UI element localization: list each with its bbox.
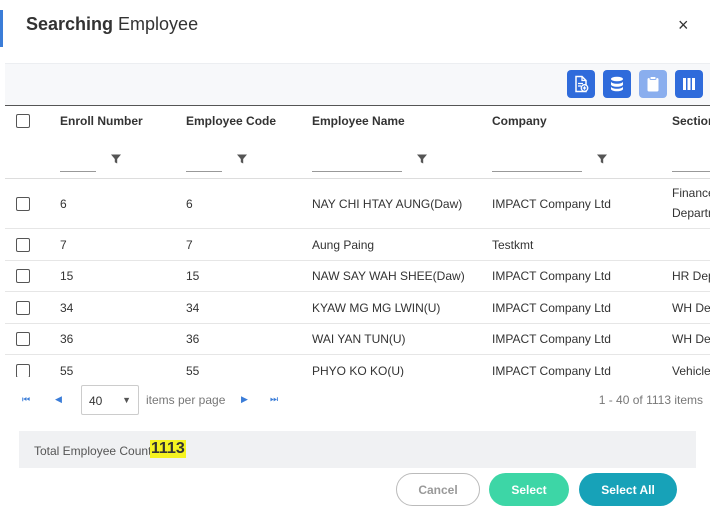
row-checkbox[interactable]	[16, 301, 30, 315]
title-accent-bar	[0, 10, 3, 47]
next-page-icon[interactable]: ▶	[241, 394, 248, 405]
company-filter-input[interactable]	[492, 152, 582, 172]
employee-count-label: Total Employee Count	[34, 444, 152, 458]
row-checkbox[interactable]	[16, 197, 30, 211]
column-header-enroll-number[interactable]: Enroll Number	[60, 114, 143, 128]
row-checkbox[interactable]	[16, 269, 30, 283]
table-row[interactable]: 6 6 NAY CHI HTAY AUNG(Daw) IMPACT Compan…	[5, 179, 710, 229]
employee-name-cell: WAI YAN TUN(U)	[312, 332, 406, 346]
previous-page-icon[interactable]: ◀	[55, 394, 62, 405]
select-all-button[interactable]: Select All	[579, 473, 677, 506]
company-cell: IMPACT Company Ltd	[492, 364, 611, 377]
section-cell: WH Department	[672, 332, 710, 346]
employee-grid: Enroll Number Employee Code Employee Nam…	[5, 105, 710, 377]
first-page-icon[interactable]: ⏮	[22, 394, 30, 405]
pager: ⏮ ◀ 40 ▼ items per page ▶ ⏭ 1 - 40 of 11…	[0, 377, 715, 421]
grid-header-row: Enroll Number Employee Code Employee Nam…	[5, 106, 710, 136]
employee-count-bar: Total Employee Count 1113	[19, 431, 696, 468]
columns-icon[interactable]	[675, 70, 703, 98]
row-checkbox[interactable]	[16, 364, 30, 377]
employee-code-filter-input[interactable]	[186, 152, 222, 172]
employee-name-filter-input[interactable]	[312, 152, 402, 172]
section-cell: Vehicle	[672, 364, 710, 377]
chevron-down-icon: ▼	[122, 395, 131, 405]
table-row[interactable]: 36 36 WAI YAN TUN(U) IMPACT Company Ltd …	[5, 324, 710, 355]
company-cell: IMPACT Company Ltd	[492, 332, 611, 346]
grid-filter-row	[5, 136, 710, 179]
enroll-number-cell: 15	[60, 269, 74, 283]
table-row[interactable]: 7 7 Aung Paing Testkmt	[5, 229, 710, 261]
pager-range-info: 1 - 40 of 1113 items	[598, 393, 703, 407]
company-cell: IMPACT Company Ltd	[492, 269, 611, 283]
section-cell: HR Department	[672, 269, 710, 283]
enroll-number-cell: 36	[60, 332, 74, 346]
row-checkbox[interactable]	[16, 332, 30, 346]
company-cell: Testkmt	[492, 238, 534, 252]
employee-code-cell: 6	[186, 197, 193, 211]
company-cell: IMPACT Company Ltd	[492, 197, 611, 211]
items-per-page-label: items per page	[146, 393, 226, 407]
table-row[interactable]: 55 55 PHYO KO KO(U) IMPACT Company Ltd V…	[5, 355, 710, 377]
table-row[interactable]: 34 34 KYAW MG MG LWIN(U) IMPACT Company …	[5, 292, 710, 324]
clipboard-icon[interactable]	[639, 70, 667, 98]
company-cell: IMPACT Company Ltd	[492, 301, 611, 315]
database-icon[interactable]	[603, 70, 631, 98]
employee-code-cell: 7	[186, 238, 193, 252]
employee-code-cell: 36	[186, 332, 200, 346]
grid-toolbar	[5, 63, 710, 105]
filter-icon[interactable]	[596, 153, 608, 165]
dialog-title: Searching Employee	[26, 14, 199, 34]
cancel-button[interactable]: Cancel	[396, 473, 480, 506]
close-icon[interactable]: ×	[678, 15, 689, 36]
page-size-value: 40	[89, 394, 103, 408]
enroll-number-cell: 7	[60, 238, 67, 252]
employee-code-cell: 55	[186, 364, 200, 377]
column-header-section[interactable]: Section	[672, 114, 710, 128]
employee-code-cell: 34	[186, 301, 200, 315]
employee-name-cell: KYAW MG MG LWIN(U)	[312, 301, 441, 315]
enroll-number-cell: 34	[60, 301, 74, 315]
employee-count-value: 1113	[150, 440, 186, 458]
select-all-checkbox[interactable]	[16, 114, 30, 128]
section-cell: Finance Department	[672, 186, 710, 220]
column-header-employee-name[interactable]: Employee Name	[312, 114, 405, 128]
last-page-icon[interactable]: ⏭	[270, 394, 278, 405]
section-cell: WH Department	[672, 301, 710, 315]
export-document-icon[interactable]	[567, 70, 595, 98]
filter-icon[interactable]	[416, 153, 428, 165]
row-checkbox[interactable]	[16, 238, 30, 252]
column-header-company[interactable]: Company	[492, 114, 547, 128]
employee-name-cell: PHYO KO KO(U)	[312, 364, 405, 377]
enroll-number-cell: 55	[60, 364, 74, 377]
employee-code-cell: 15	[186, 269, 200, 283]
filter-icon[interactable]	[236, 153, 248, 165]
employee-name-cell: Aung Paing	[312, 238, 375, 252]
column-header-employee-code[interactable]: Employee Code	[186, 114, 276, 128]
enroll-number-cell: 6	[60, 197, 67, 211]
enroll-number-filter-input[interactable]	[60, 152, 96, 172]
section-filter-input[interactable]	[672, 152, 710, 172]
filter-icon[interactable]	[110, 153, 122, 165]
employee-name-cell: NAW SAY WAH SHEE(Daw)	[312, 269, 465, 283]
table-row[interactable]: 15 15 NAW SAY WAH SHEE(Daw) IMPACT Compa…	[5, 261, 710, 292]
select-button[interactable]: Select	[489, 473, 569, 506]
employee-name-cell: NAY CHI HTAY AUNG(Daw)	[312, 197, 463, 211]
page-size-dropdown[interactable]: 40 ▼	[81, 385, 139, 415]
